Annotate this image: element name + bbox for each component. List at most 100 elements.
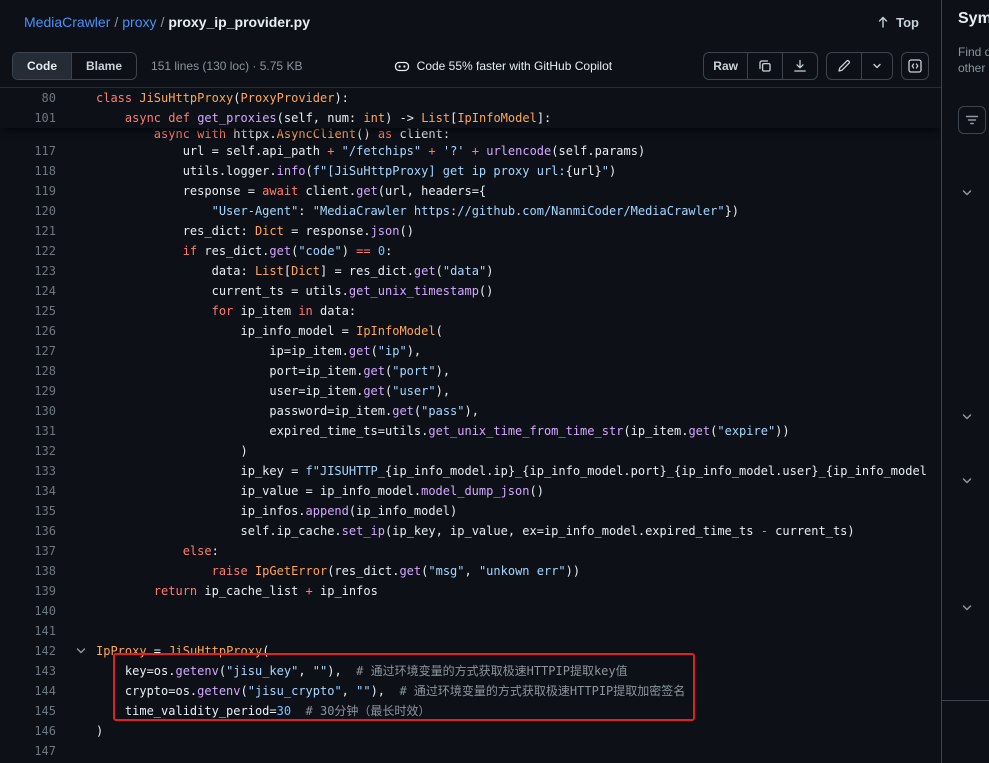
fold-gutter xyxy=(66,441,96,461)
file-toolbar: Code Blame 151 lines (130 loc) · 5.75 KB… xyxy=(0,44,941,88)
code-line: 124 current_ts = utils.get_unix_timestam… xyxy=(0,281,941,301)
download-icon[interactable] xyxy=(782,53,817,79)
code-line: 145 time_validity_period=30 # 30分钟（最长时效） xyxy=(0,701,941,721)
line-number[interactable]: 119 xyxy=(0,181,66,201)
line-number[interactable]: 132 xyxy=(0,441,66,461)
page: MediaCrawler/proxy/proxy_ip_provider.py … xyxy=(0,0,989,763)
code-text xyxy=(96,621,941,641)
code-text: ) xyxy=(96,441,941,461)
line-number[interactable]: 136 xyxy=(0,521,66,541)
line-number[interactable]: 117 xyxy=(0,141,66,161)
code-text: class JiSuHttpProxy(ProxyProvider): xyxy=(96,88,941,108)
line-number[interactable]: 118 xyxy=(0,161,66,181)
line-number[interactable]: 133 xyxy=(0,461,66,481)
code-line: 133 ip_key = f"JISUHTTP_{ip_info_model.i… xyxy=(0,461,941,481)
code-line: 80 class JiSuHttpProxy(ProxyProvider): xyxy=(0,88,941,108)
code-text: ip_info_model = IpInfoModel( xyxy=(96,321,941,341)
line-number[interactable]: 128 xyxy=(0,361,66,381)
raw-actions-group: Raw xyxy=(703,52,818,80)
line-number[interactable]: 134 xyxy=(0,481,66,501)
line-number[interactable]: 140 xyxy=(0,601,66,621)
line-number[interactable]: 131 xyxy=(0,421,66,441)
code-line: 131 expired_time_ts=utils.get_unix_time_… xyxy=(0,421,941,441)
breadcrumb-folder-link[interactable]: proxy xyxy=(122,14,156,30)
line-number[interactable]: 144 xyxy=(0,681,66,701)
fold-gutter xyxy=(66,321,96,341)
code-text: ) xyxy=(96,721,941,741)
fold-gutter xyxy=(66,681,96,701)
fold-gutter xyxy=(66,108,96,128)
fold-gutter xyxy=(66,201,96,221)
line-number[interactable]: 142 xyxy=(0,641,66,661)
breadcrumb-separator: / xyxy=(114,14,118,30)
code-text: utils.logger.info(f"[JiSuHttpProxy] get … xyxy=(96,161,941,181)
edit-split-button xyxy=(826,52,893,80)
breadcrumb-repo-link[interactable]: MediaCrawler xyxy=(24,14,110,30)
line-number[interactable]: 121 xyxy=(0,221,66,241)
line-number[interactable]: 146 xyxy=(0,721,66,741)
fold-gutter xyxy=(66,128,96,141)
code-text xyxy=(96,601,941,621)
sticky-context-lines: 80 class JiSuHttpProxy(ProxyProvider): 101… xyxy=(0,88,941,128)
code-line: 144 crypto=os.getenv("jisu_crypto", ""),… xyxy=(0,681,941,701)
line-number[interactable]: 139 xyxy=(0,581,66,601)
line-number[interactable]: 145 xyxy=(0,701,66,721)
file-view: MediaCrawler/proxy/proxy_ip_provider.py … xyxy=(0,0,941,763)
fold-gutter xyxy=(66,181,96,201)
code-line: 142 IpProxy = JiSuHttpProxy( xyxy=(0,641,941,661)
copilot-banner[interactable]: Code 55% faster with GitHub Copilot xyxy=(394,58,612,74)
code-line: 132 ) xyxy=(0,441,941,461)
copy-icon[interactable] xyxy=(747,53,782,79)
code-line: 138 raise IpGetError(res_dict.get("msg",… xyxy=(0,561,941,581)
line-number[interactable]: 141 xyxy=(0,621,66,641)
code-text: return ip_cache_list + ip_infos xyxy=(96,581,941,601)
line-number[interactable]: 122 xyxy=(0,241,66,261)
symbols-panel-hint: Find definitions and other references be… xyxy=(958,44,989,76)
code-text: time_validity_period=30 # 30分钟（最长时效） xyxy=(96,701,941,721)
symbols-panel-icon[interactable] xyxy=(901,52,929,80)
symbol-group-chevron-icon[interactable] xyxy=(960,601,974,615)
code-text: IpProxy = JiSuHttpProxy( xyxy=(96,641,941,661)
filter-icon[interactable] xyxy=(958,106,986,134)
code-line: 141 xyxy=(0,621,941,641)
code-text: response = await client.get(url, headers… xyxy=(96,181,941,201)
symbol-group-chevron-icon[interactable] xyxy=(960,186,974,200)
fold-gutter xyxy=(66,501,96,521)
raw-button[interactable]: Raw xyxy=(704,53,747,79)
line-number[interactable]: 101 xyxy=(0,108,66,128)
code-line: 126 ip_info_model = IpInfoModel( xyxy=(0,321,941,341)
fold-gutter xyxy=(66,481,96,501)
code-text: ip=ip_item.get("ip"), xyxy=(96,341,941,361)
code-text: if res_dict.get("code") == 0: xyxy=(96,241,941,261)
line-number[interactable]: 123 xyxy=(0,261,66,281)
line-number[interactable]: 137 xyxy=(0,541,66,561)
line-number[interactable]: 147 xyxy=(0,741,66,761)
line-number[interactable]: 138 xyxy=(0,561,66,581)
line-number[interactable]: 130 xyxy=(0,401,66,421)
symbol-group-chevron-icon[interactable] xyxy=(960,474,974,488)
tab-blame[interactable]: Blame xyxy=(71,53,136,79)
back-to-top-button[interactable]: Top xyxy=(875,14,919,30)
line-number[interactable]: 127 xyxy=(0,341,66,361)
code-line: 139 return ip_cache_list + ip_infos xyxy=(0,581,941,601)
line-number[interactable]: 135 xyxy=(0,501,66,521)
edit-pencil-icon[interactable] xyxy=(827,53,861,79)
code-text: res_dict: Dict = response.json() xyxy=(96,221,941,241)
tab-code[interactable]: Code xyxy=(13,53,71,79)
line-number[interactable]: 126 xyxy=(0,321,66,341)
fold-chevron-icon[interactable] xyxy=(66,641,96,661)
line-number[interactable]: 120 xyxy=(0,201,66,221)
edit-dropdown-chevron-icon[interactable] xyxy=(861,53,892,79)
fold-gutter xyxy=(66,721,96,741)
line-number[interactable]: 129 xyxy=(0,381,66,401)
breadcrumb-separator: / xyxy=(160,14,164,30)
line-number[interactable]: 124 xyxy=(0,281,66,301)
symbol-group-chevron-icon[interactable] xyxy=(960,410,974,424)
line-number[interactable]: 80 xyxy=(0,88,66,108)
code-text: ip_value = ip_info_model.model_dump_json… xyxy=(96,481,941,501)
code-text xyxy=(96,741,941,761)
code-text: url = self.api_path + "/fetchips" + '?' … xyxy=(96,141,941,161)
line-number[interactable]: 125 xyxy=(0,301,66,321)
line-number[interactable]: 143 xyxy=(0,661,66,681)
file-meta-info: 151 lines (130 loc) · 5.75 KB xyxy=(151,59,302,73)
